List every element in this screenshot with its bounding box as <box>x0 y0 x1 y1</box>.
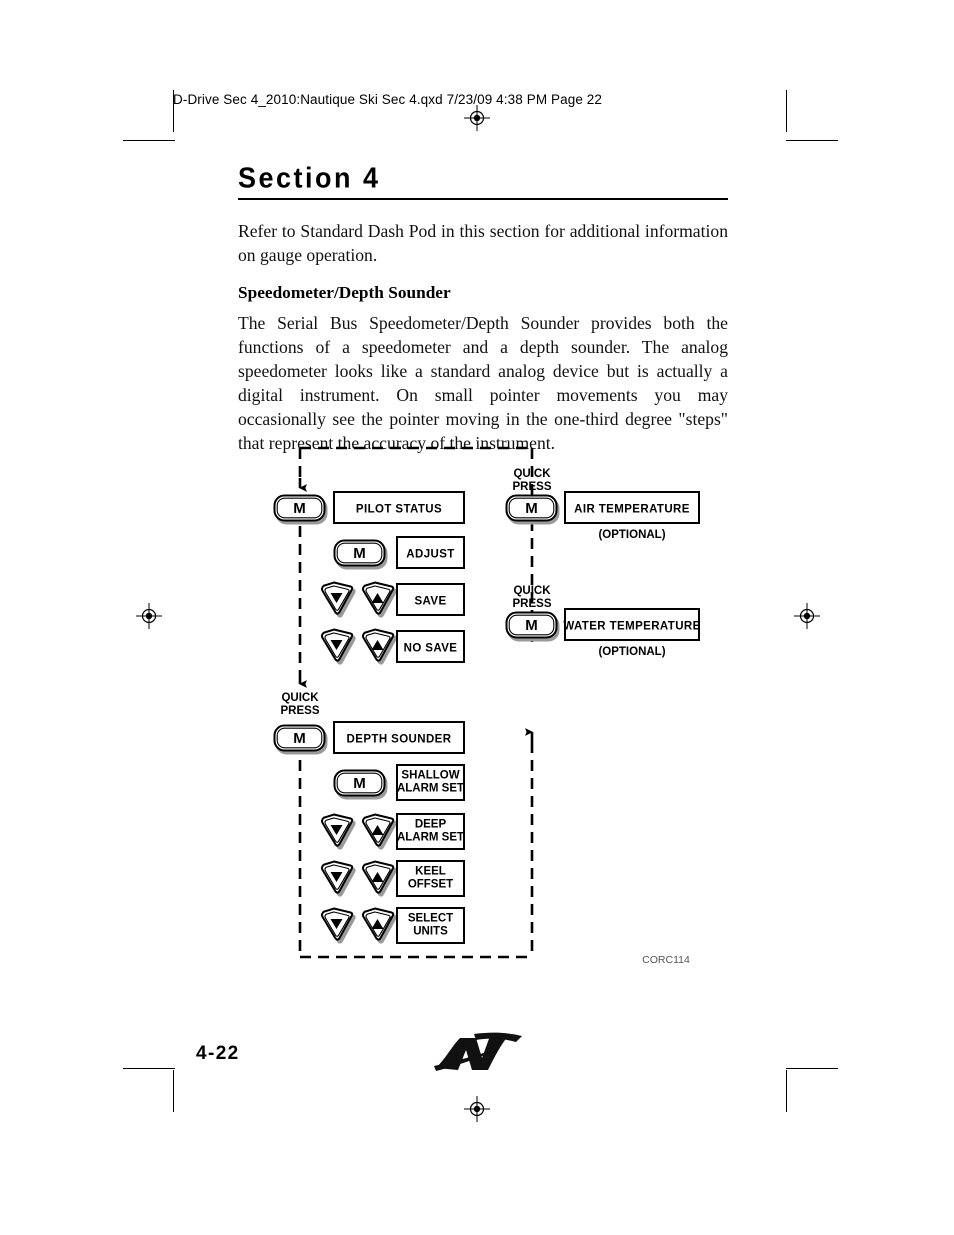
label-box-water-temperature: WATER TEMPERATURE <box>563 608 700 641</box>
down-arrow-button-deep-alarm-set[interactable] <box>320 813 356 850</box>
section-title-rule <box>238 198 728 200</box>
quick-press-note-water-line1: QUICK <box>513 585 551 597</box>
quick-press-note-air-line2: PRESS <box>513 481 552 493</box>
air-temperature-group: QUICK PRESS M AIR TEMPERATURE (OPTIONAL) <box>505 468 700 541</box>
mode-button-shallow-alarm-set[interactable]: M <box>333 769 388 800</box>
up-arrow-button-select-units[interactable] <box>361 907 397 944</box>
label-text-line1: SELECT <box>408 913 453 925</box>
label-box-deep-alarm-set: DEEP ALARM SET <box>396 813 465 850</box>
label-text-line1: DEEP <box>415 819 447 831</box>
up-arrow-button-no-save[interactable] <box>361 628 397 665</box>
quick-press-note-depth-line1: QUICK <box>281 692 319 704</box>
pilot-status-group: M PILOT STATUS M ADJUST SAVE NO SAVE <box>273 491 465 665</box>
label-text: SAVE <box>414 596 446 608</box>
label-text: AIR TEMPERATURE <box>574 504 690 516</box>
label-text: DEPTH SOUNDER <box>347 734 452 746</box>
description-paragraph: The Serial Bus Speedometer/Depth Sounder… <box>238 313 728 454</box>
label-text: WATER TEMPERATURE <box>563 621 700 633</box>
prepress-slug: D-Drive Sec 4_2010:Nautique Ski Sec 4.qx… <box>173 92 603 107</box>
mode-button-pilot-status[interactable]: M <box>273 494 328 525</box>
intro-paragraph: Refer to Standard Dash Pod in this secti… <box>238 221 728 266</box>
label-text-line1: KEEL <box>415 866 446 878</box>
down-arrow-button-select-units[interactable] <box>320 907 356 944</box>
menu-flow-diagram: M PILOT STATUS M ADJUST SAVE NO SAVE QUI… <box>262 442 742 982</box>
label-box-select-units: SELECT UNITS <box>396 907 465 944</box>
mode-button-label: M <box>525 500 538 517</box>
down-arrow-button-no-save[interactable] <box>320 628 356 665</box>
crop-mark-top-left-horizontal <box>123 140 175 141</box>
registration-mark-top <box>464 105 490 131</box>
label-box-depth-sounder: DEPTH SOUNDER <box>333 721 465 754</box>
label-box-shallow-alarm-set: SHALLOW ALARM SET <box>396 764 465 801</box>
label-text: NO SAVE <box>404 643 458 655</box>
page-number: 4-22 <box>196 1043 240 1064</box>
crop-mark-bottom-right-horizontal <box>786 1068 838 1069</box>
label-box-pilot-status: PILOT STATUS <box>333 491 465 524</box>
up-arrow-button-keel-offset[interactable] <box>361 860 397 897</box>
down-arrow-button-keel-offset[interactable] <box>320 860 356 897</box>
crop-mark-bottom-left-vertical <box>173 1070 174 1112</box>
quick-press-note-air-line1: QUICK <box>513 468 551 480</box>
water-temperature-group: QUICK PRESS M WATER TEMPERATURE (OPTIONA… <box>505 585 700 658</box>
label-box-save: SAVE <box>396 583 465 616</box>
mode-button-label: M <box>353 775 366 792</box>
mode-button-air-temperature[interactable]: M <box>505 494 560 525</box>
subheading-speedometer-depth-sounder: Speedometer/Depth Sounder <box>238 283 451 302</box>
mode-button-adjust[interactable]: M <box>333 539 388 570</box>
mode-button-label: M <box>525 617 538 634</box>
up-arrow-button-save[interactable] <box>361 581 397 618</box>
registration-mark-left <box>136 603 162 629</box>
label-text-line2: ALARM SET <box>397 832 464 844</box>
label-box-keel-offset: KEEL OFFSET <box>396 860 465 897</box>
mode-button-depth-sounder[interactable]: M <box>273 724 328 755</box>
optional-note-air-temperature: (OPTIONAL) <box>598 529 665 541</box>
up-arrow-button-deep-alarm-set[interactable] <box>361 813 397 850</box>
label-box-adjust: ADJUST <box>396 536 465 569</box>
nautique-n-logo <box>434 1032 522 1071</box>
optional-note-water-temperature: (OPTIONAL) <box>598 646 665 658</box>
registration-mark-bottom <box>464 1096 490 1122</box>
quick-press-note-depth-line2: PRESS <box>281 705 320 717</box>
crop-mark-bottom-left-horizontal <box>123 1068 175 1069</box>
label-text: PILOT STATUS <box>356 504 442 516</box>
label-text-line1: SHALLOW <box>401 770 459 782</box>
label-box-air-temperature: AIR TEMPERATURE <box>564 491 700 524</box>
label-text: ADJUST <box>406 549 454 561</box>
registration-mark-right <box>794 603 820 629</box>
depth-sounder-group: QUICK PRESS M DEPTH SOUNDER M SHALLOW AL… <box>273 692 465 944</box>
label-box-no-save: NO SAVE <box>396 630 465 663</box>
crop-mark-top-right-horizontal <box>786 140 838 141</box>
figure-id: CORC114 <box>642 954 690 966</box>
mode-button-water-temperature[interactable]: M <box>505 611 560 642</box>
mode-button-label: M <box>293 500 306 517</box>
label-text-line2: ALARM SET <box>397 783 464 795</box>
crop-mark-bottom-right-vertical <box>786 1070 787 1112</box>
label-text-line2: OFFSET <box>408 879 453 891</box>
crop-mark-top-right-vertical <box>786 90 787 132</box>
down-arrow-button-save[interactable] <box>320 581 356 618</box>
quick-press-note-water-line2: PRESS <box>513 598 552 610</box>
mode-button-label: M <box>293 730 306 747</box>
mode-button-label: M <box>353 545 366 562</box>
page-title: Section 4 <box>238 162 381 194</box>
label-text-line2: UNITS <box>413 926 448 938</box>
